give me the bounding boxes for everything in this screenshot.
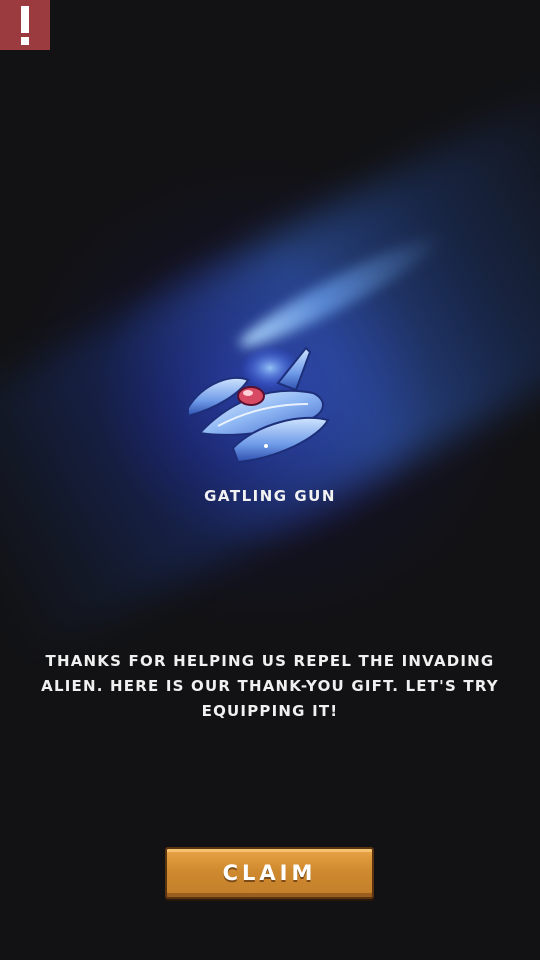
spaceship-icon <box>187 346 330 464</box>
claim-button[interactable]: CLAIM <box>165 847 374 899</box>
exclamation-icon[interactable] <box>0 0 50 50</box>
reward-screen: GATLING GUN THANKS FOR HELPING US REPEL … <box>0 0 540 960</box>
reward-message: THANKS FOR HELPING US REPEL THE INVADING… <box>41 652 499 720</box>
claim-button-label: CLAIM <box>222 861 317 885</box>
reward-name: GATLING GUN <box>204 487 336 505</box>
